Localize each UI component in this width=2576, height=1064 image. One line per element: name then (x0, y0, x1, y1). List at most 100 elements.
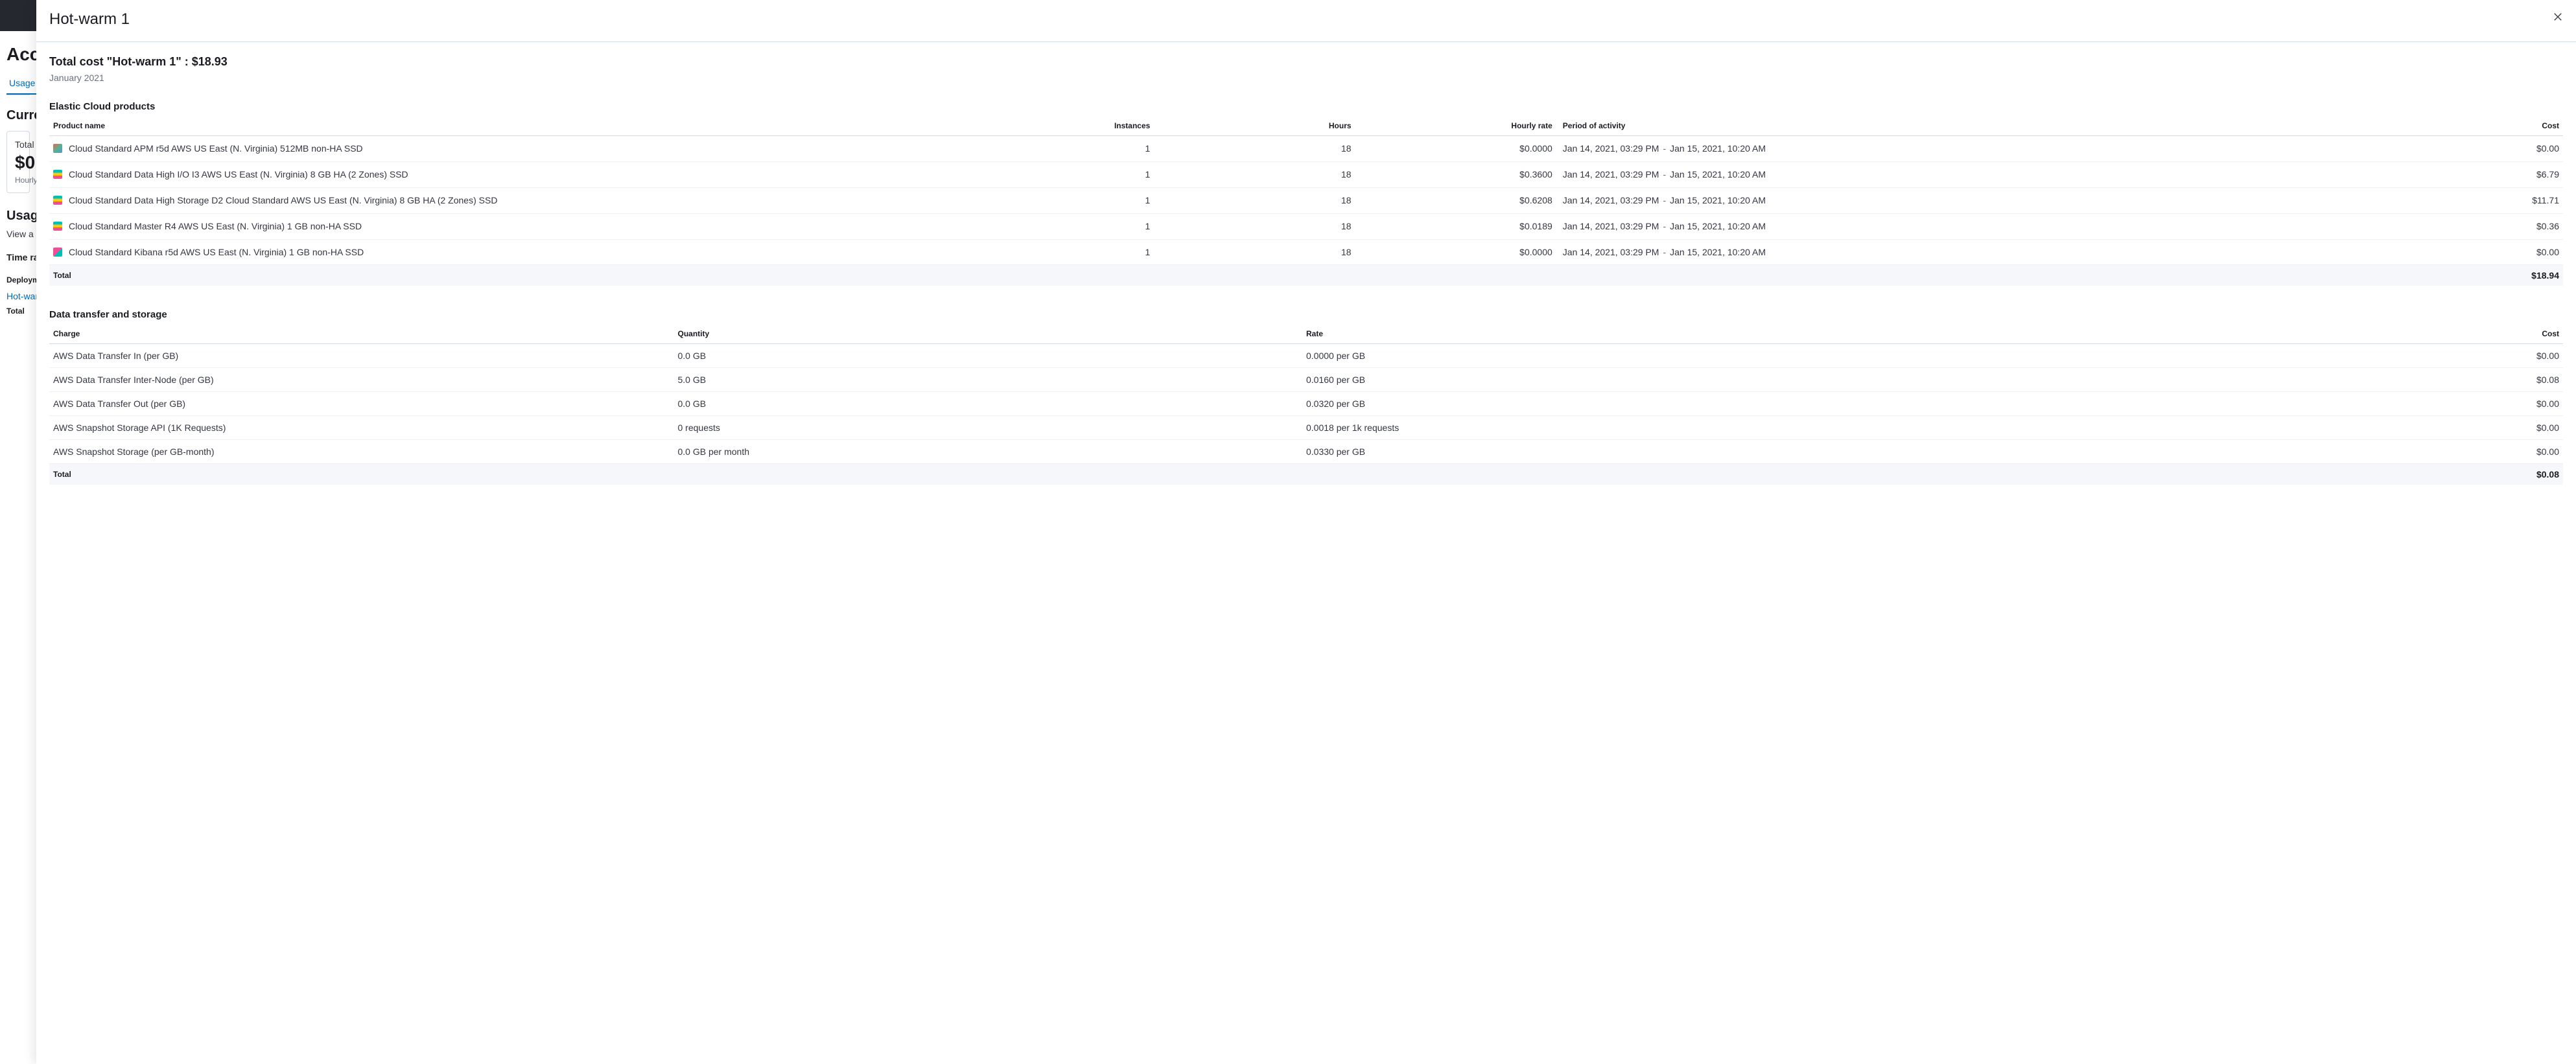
table-row: Cloud Standard Kibana r5d AWS US East (N… (49, 239, 2563, 265)
close-button[interactable] (2550, 9, 2566, 25)
cell-cost: $0.08 (2312, 368, 2563, 392)
cell-rate: 0.0320 per GB (1306, 392, 2312, 416)
bg-table-header: Deployme (6, 275, 30, 284)
cell-rate: $0.6208 (1357, 187, 1558, 213)
cell-rate: $0.0000 (1357, 239, 1558, 265)
cell-charge: AWS Data Transfer Out (per GB) (49, 392, 678, 416)
summary-card: Total h $0.9 Hourly (6, 131, 30, 193)
page-heading: Account (6, 44, 30, 65)
product-icon (53, 144, 62, 153)
cell-charge: AWS Snapshot Storage (per GB-month) (49, 440, 678, 464)
product-icon (53, 248, 62, 257)
product-icon (53, 170, 62, 179)
product-name: Cloud Standard Kibana r5d AWS US East (N… (69, 246, 364, 259)
products-header-row: Product name Instances Hours Hourly rate… (49, 115, 2563, 136)
tab-usage[interactable]: Usage (6, 73, 36, 95)
cell-cost: $0.00 (2312, 392, 2563, 416)
col-instances: Instances (954, 115, 1155, 136)
total-label: Total (49, 464, 678, 485)
col-cost: Cost (2362, 115, 2563, 136)
product-name: Cloud Standard Data High Storage D2 Clou… (69, 194, 497, 207)
cell-cost: $11.71 (2362, 187, 2563, 213)
cell-period: Jan 14, 2021, 03:29 PM-Jan 15, 2021, 10:… (1558, 136, 2362, 162)
flyout-body: Total cost "Hot-warm 1" : $18.93 January… (36, 42, 2576, 498)
product-name: Cloud Standard Data High I/O I3 AWS US E… (69, 168, 408, 181)
cell-cost: $0.00 (2312, 440, 2563, 464)
bg-total: Total (6, 306, 30, 316)
table-row: Cloud Standard Data High I/O I3 AWS US E… (49, 161, 2563, 187)
total-label: Total (49, 265, 954, 286)
cell-rate: $0.3600 (1357, 161, 1558, 187)
close-icon (2553, 12, 2562, 21)
transfer-header-row: Charge Quantity Rate Cost (49, 323, 2563, 344)
card-sub: Hourly (15, 176, 21, 185)
total-value: $0.08 (2312, 464, 2563, 485)
cell-hours: 18 (1155, 161, 1356, 187)
cell-cost: $0.00 (2362, 136, 2563, 162)
cell-rate: 0.0330 per GB (1306, 440, 2312, 464)
cell-quantity: 0.0 GB (678, 392, 1307, 416)
table-row: Cloud Standard APM r5d AWS US East (N. V… (49, 136, 2563, 162)
table-total-row: Total $0.08 (49, 464, 2563, 485)
col-charge: Charge (49, 323, 678, 344)
product-icon (53, 196, 62, 205)
cell-rate: $0.0000 (1357, 136, 1558, 162)
col-product-name: Product name (49, 115, 954, 136)
col-quantity: Quantity (678, 323, 1307, 344)
cell-rate: 0.0160 per GB (1306, 368, 2312, 392)
col-rate: Rate (1306, 323, 2312, 344)
table-total-row: Total $18.94 (49, 265, 2563, 286)
cell-quantity: 0.0 GB (678, 344, 1307, 368)
product-name: Cloud Standard APM r5d AWS US East (N. V… (69, 143, 363, 155)
product-icon (53, 222, 62, 231)
cell-period: Jan 14, 2021, 03:29 PM-Jan 15, 2021, 10:… (1558, 187, 2362, 213)
cell-charge: AWS Data Transfer Inter-Node (per GB) (49, 368, 678, 392)
cell-cost: $0.00 (2312, 416, 2563, 440)
cell-quantity: 5.0 GB (678, 368, 1307, 392)
cell-rate: $0.0189 (1357, 213, 1558, 239)
cell-cost: $6.79 (2362, 161, 2563, 187)
flyout-title: Hot-warm 1 (49, 10, 2563, 29)
product-name: Cloud Standard Master R4 AWS US East (N.… (69, 220, 362, 233)
cell-period: Jan 14, 2021, 03:29 PM-Jan 15, 2021, 10:… (1558, 213, 2362, 239)
transfer-table: Charge Quantity Rate Cost AWS Data Trans… (49, 323, 2563, 485)
cell-quantity: 0 requests (678, 416, 1307, 440)
table-row: Cloud Standard Data High Storage D2 Clou… (49, 187, 2563, 213)
flyout-header: Hot-warm 1 (36, 0, 2576, 42)
cell-charge: AWS Data Transfer In (per GB) (49, 344, 678, 368)
cell-instances: 1 (954, 187, 1155, 213)
cell-period: Jan 14, 2021, 03:29 PM-Jan 15, 2021, 10:… (1558, 239, 2362, 265)
section-current: Current (6, 108, 30, 123)
billing-period: January 2021 (49, 73, 2563, 83)
cell-cost: $0.00 (2312, 344, 2563, 368)
cell-cost: $0.00 (2362, 239, 2563, 265)
col-cost: Cost (2312, 323, 2563, 344)
app-topbar (0, 0, 36, 31)
table-row: AWS Snapshot Storage (per GB-month)0.0 G… (49, 440, 2563, 464)
cell-hours: 18 (1155, 213, 1356, 239)
background-page: Account Usage Current Total h $0.9 Hourl… (0, 31, 36, 322)
cell-rate: 0.0018 per 1k requests (1306, 416, 2312, 440)
cell-rate: 0.0000 per GB (1306, 344, 2312, 368)
deployment-link[interactable]: Hot-warm (6, 291, 30, 301)
col-period: Period of activity (1558, 115, 2362, 136)
cell-instances: 1 (954, 136, 1155, 162)
deployment-cost-flyout: Hot-warm 1 Total cost "Hot-warm 1" : $18… (36, 0, 2576, 1064)
card-label: Total h (15, 139, 21, 150)
section-usage-sub: View a bre (6, 229, 30, 239)
cell-instances: 1 (954, 239, 1155, 265)
total-value: $18.94 (2362, 265, 2563, 286)
table-row: Cloud Standard Master R4 AWS US East (N.… (49, 213, 2563, 239)
cell-instances: 1 (954, 161, 1155, 187)
cell-period: Jan 14, 2021, 03:29 PM-Jan 15, 2021, 10:… (1558, 161, 2362, 187)
products-section-title: Elastic Cloud products (49, 101, 2563, 112)
table-row: AWS Data Transfer In (per GB)0.0 GB0.000… (49, 344, 2563, 368)
table-row: AWS Data Transfer Out (per GB)0.0 GB0.03… (49, 392, 2563, 416)
cell-charge: AWS Snapshot Storage API (1K Requests) (49, 416, 678, 440)
col-hourly-rate: Hourly rate (1357, 115, 1558, 136)
total-cost-heading: Total cost "Hot-warm 1" : $18.93 (49, 55, 2563, 69)
cell-hours: 18 (1155, 136, 1356, 162)
section-usage: Usage (6, 209, 30, 224)
card-value: $0.9 (15, 152, 21, 173)
table-row: AWS Snapshot Storage API (1K Requests)0 … (49, 416, 2563, 440)
